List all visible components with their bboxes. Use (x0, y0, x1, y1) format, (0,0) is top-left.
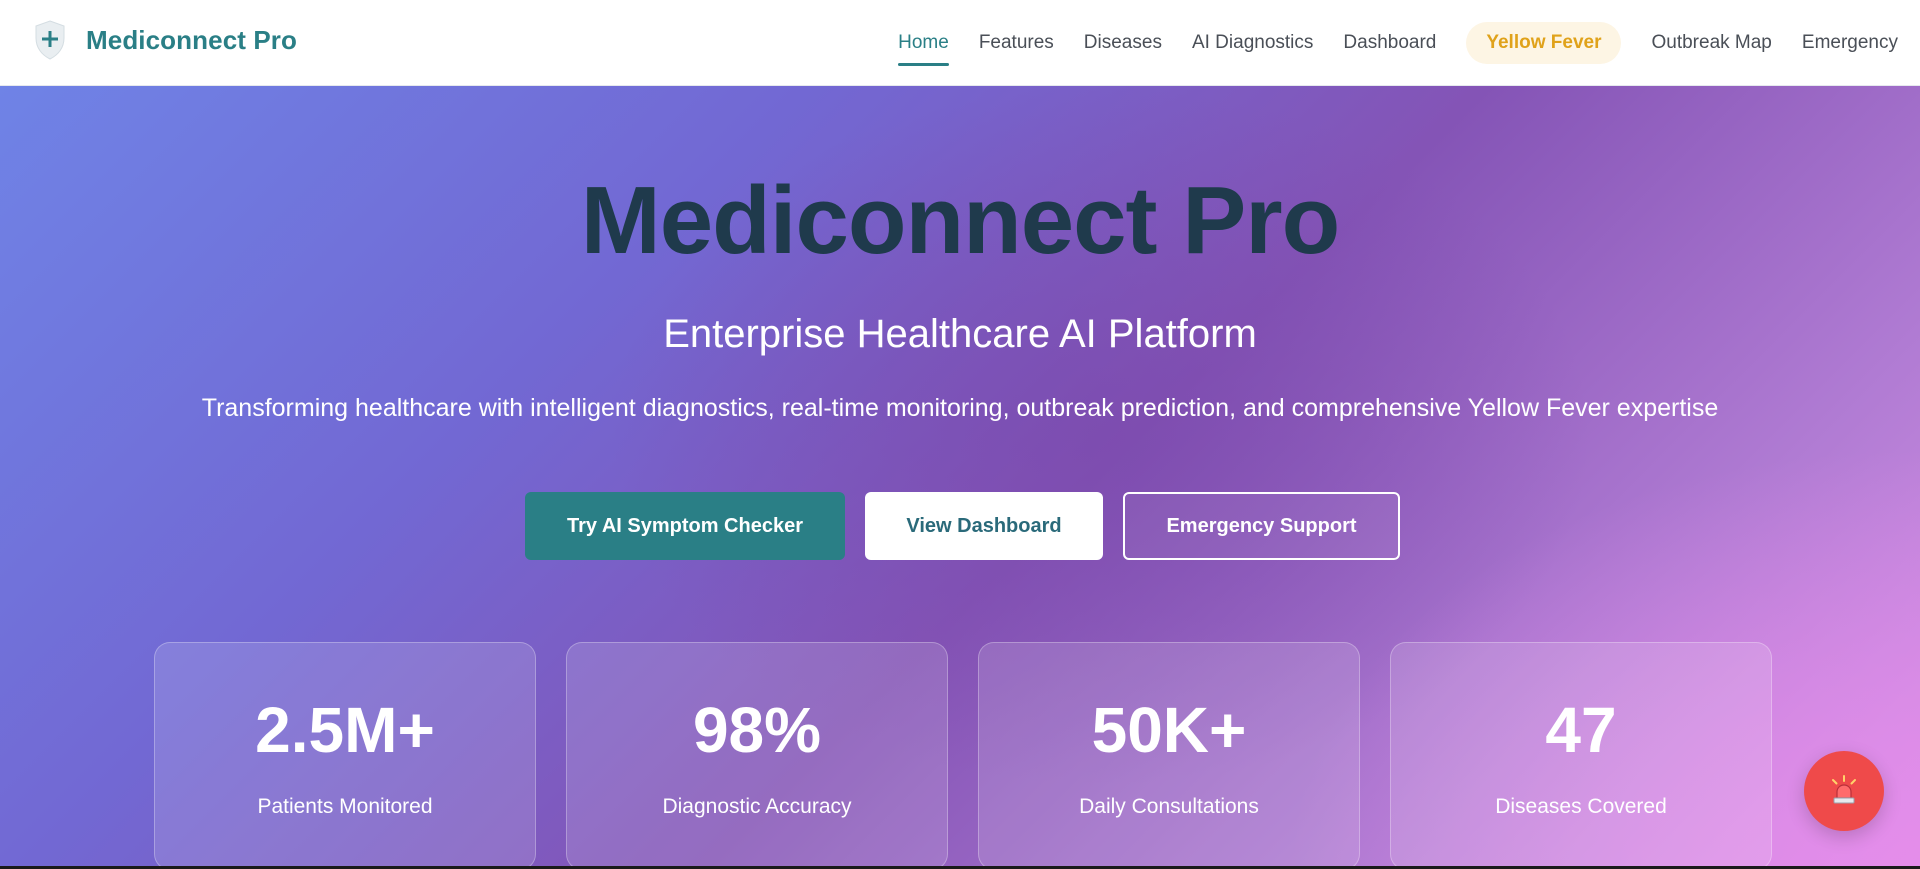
brand[interactable]: Mediconnect Pro (34, 20, 297, 60)
stat-value: 47 (1545, 694, 1617, 766)
nav-home[interactable]: Home (898, 32, 949, 66)
stat-card-diseases: 47 Diseases Covered (1390, 642, 1772, 869)
stat-value: 98% (692, 694, 822, 766)
stat-label: Diagnostic Accuracy (662, 795, 852, 818)
emergency-fab-button[interactable] (1804, 751, 1884, 831)
main-nav: Home Features Diseases AI Diagnostics Da… (868, 0, 1898, 86)
hero-description: Transforming healthcare with intelligent… (201, 394, 1719, 422)
emergency-siren-icon (1832, 775, 1856, 804)
stat-card-patients: 2.5M+ Patients Monitored (154, 642, 536, 869)
nav-emergency[interactable]: Emergency (1802, 32, 1898, 54)
nav-diseases[interactable]: Diseases (1084, 32, 1162, 54)
emergency-support-button[interactable]: Emergency Support (1123, 492, 1400, 560)
nav-ai-diagnostics[interactable]: AI Diagnostics (1192, 32, 1313, 54)
hero-title: Mediconnect Pro (580, 167, 1340, 274)
shield-plus-icon (35, 20, 65, 60)
stat-label: Diseases Covered (1495, 795, 1667, 818)
brand-name: Mediconnect Pro (86, 24, 297, 55)
top-navbar: Mediconnect Pro Home Features Diseases A… (0, 0, 1920, 86)
view-dashboard-button[interactable]: View Dashboard (865, 492, 1103, 560)
nav-features[interactable]: Features (979, 32, 1054, 54)
nav-outbreak-map[interactable]: Outbreak Map (1651, 32, 1771, 54)
stat-card-accuracy: 98% Diagnostic Accuracy (566, 642, 948, 869)
nav-yellow-fever[interactable]: Yellow Fever (1466, 22, 1622, 64)
nav-dashboard[interactable]: Dashboard (1343, 32, 1436, 54)
try-ai-symptom-checker-button[interactable]: Try AI Symptom Checker (525, 492, 845, 560)
hero-subtitle: Enterprise Healthcare AI Platform (663, 312, 1257, 356)
stat-label: Daily Consultations (1079, 795, 1259, 818)
stat-card-consultations: 50K+ Daily Consultations (978, 642, 1360, 869)
hero-section: Mediconnect Pro Enterprise Healthcare AI… (0, 86, 1920, 869)
stat-value: 2.5M+ (255, 694, 435, 766)
stat-label: Patients Monitored (257, 795, 433, 818)
stat-value: 50K+ (1091, 694, 1247, 766)
